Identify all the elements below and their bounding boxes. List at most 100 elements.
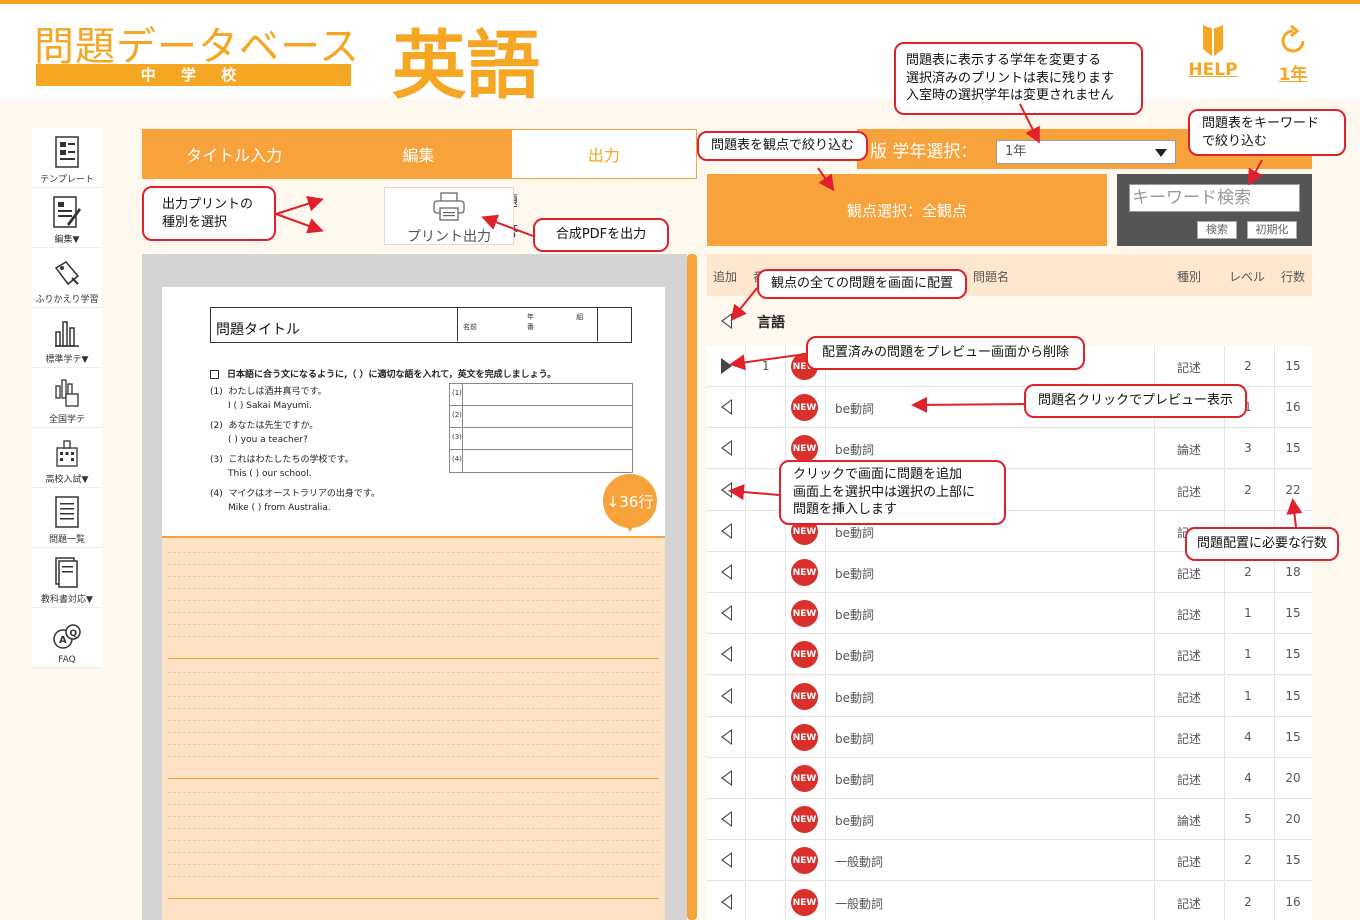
sidebar-item-standard-test[interactable]: 標準学テ▼	[32, 308, 102, 368]
remove-arrow-icon[interactable]	[721, 358, 732, 374]
question-level: 4	[1244, 730, 1252, 744]
question-name-link[interactable]: be動詞	[835, 647, 874, 664]
grade-button-label: 1年	[1278, 65, 1308, 85]
annotation-keyword-filter: 問題表をキーワード で絞り込む	[1188, 109, 1346, 157]
sidebar-item-edit[interactable]: 編集▼	[32, 188, 102, 248]
step-tabs: タイトル入力 編集 出力	[142, 129, 697, 179]
preview-q1-en: I ( ) Sakai Mayumi.	[228, 401, 312, 411]
preview-answer-lines[interactable]	[162, 536, 665, 920]
sidebar-item-national-test[interactable]: 全国学テ	[32, 368, 102, 428]
question-name-link[interactable]: be動詞	[835, 689, 874, 706]
new-badge: NEW	[791, 765, 818, 792]
subject-title: 英語	[392, 23, 540, 109]
question-name-link[interactable]: 一般動詞	[835, 853, 883, 870]
question-type: 記述	[1177, 567, 1202, 581]
question-type: 記述	[1177, 691, 1202, 705]
table-row[interactable]: NEW 一般動詞 記述 2 16	[707, 882, 1312, 920]
question-lines: 18	[1285, 565, 1301, 579]
tab-output[interactable]: 出力	[510, 129, 697, 179]
preview-q1-jp: (1) わたしは酒井真弓です。	[210, 387, 327, 397]
add-arrow-icon[interactable]	[721, 523, 732, 539]
question-name-link[interactable]: be動詞	[835, 400, 874, 417]
help-icon	[1180, 22, 1246, 60]
question-type: 論述	[1177, 814, 1202, 828]
add-arrow-icon[interactable]	[721, 564, 732, 580]
add-arrow-icon[interactable]	[721, 605, 732, 621]
annotation-add-click: クリックで画面に問題を追加 画面上を選択中は選択の上部に 問題を挿入します	[779, 460, 1006, 525]
tab-edit[interactable]: 編集	[326, 129, 510, 179]
search-button[interactable]: 検索	[1197, 221, 1237, 239]
table-row[interactable]: NEW be動詞 記述 1 15	[707, 593, 1312, 634]
question-name-link[interactable]: be動詞	[835, 730, 874, 747]
new-badge: NEW	[791, 724, 818, 751]
keyword-search-input[interactable]: キーワード検索	[1129, 184, 1300, 212]
question-name-link[interactable]: be動詞	[835, 771, 874, 788]
table-row[interactable]: NEW be動詞 記述 4 20	[707, 758, 1312, 799]
sidebar-item-faq[interactable]: AQ FAQ	[32, 608, 102, 668]
sidebar: テンプレート 編集▼ ふりかえり学習 標準学テ▼ 全国学テ 高校入試▼ 問題一覧…	[32, 128, 102, 668]
edit-icon	[53, 196, 81, 228]
question-lines: 16	[1285, 895, 1301, 909]
print-output-button[interactable]: プリント出力	[384, 187, 514, 245]
question-type: 記述	[1177, 649, 1202, 663]
preview-q4-en: Mike ( ) from Australia.	[228, 503, 331, 513]
question-level: 2	[1244, 895, 1252, 909]
question-type: 記述	[1177, 361, 1202, 375]
add-arrow-icon[interactable]	[721, 646, 732, 662]
textbook-icon	[55, 557, 78, 588]
question-level: 1	[1244, 647, 1252, 661]
add-arrow-icon[interactable]	[721, 852, 732, 868]
tab-title-input[interactable]: タイトル入力	[142, 129, 326, 179]
grade-toggle-button[interactable]: 1年	[1260, 22, 1326, 85]
question-lines: 15	[1285, 606, 1301, 620]
help-button[interactable]: HELP	[1180, 22, 1246, 80]
preview-title-box: 問題タイトル 名前 年 組 番	[210, 307, 632, 343]
reset-button[interactable]: 初期化	[1247, 221, 1297, 239]
question-level: 5	[1244, 812, 1252, 826]
add-arrow-icon[interactable]	[721, 688, 732, 704]
add-arrow-icon[interactable]	[721, 894, 732, 910]
table-row[interactable]: NEW be動詞 記述 4 15	[707, 717, 1312, 758]
table-row[interactable]: NEW be動詞 記述 1 15	[707, 634, 1312, 675]
add-arrow-icon[interactable]	[721, 440, 732, 456]
question-type: 記述	[1177, 485, 1202, 499]
question-type: 記述	[1177, 608, 1202, 622]
annotation-place-all: 観点の全ての問題を画面に配置	[757, 269, 968, 299]
question-name-link[interactable]: be動詞	[835, 524, 874, 541]
question-name-link[interactable]: be動詞	[835, 812, 874, 829]
preview-q3-jp: (3) これはわたしたちの学校です。	[210, 455, 354, 465]
annotation-grade-change: 問題表に表示する学年を変更する 選択済みのプリントは表に残ります 入室時の選択学…	[894, 42, 1143, 115]
new-badge: NEW	[791, 559, 818, 586]
question-type: 論述	[1177, 443, 1202, 457]
sidebar-item-review[interactable]: ふりかえり学習	[32, 248, 102, 308]
printer-icon	[433, 192, 465, 221]
new-badge: NEW	[791, 600, 818, 627]
question-type: 記述	[1177, 732, 1202, 746]
add-arrow-icon[interactable]	[721, 770, 732, 786]
question-level: 2	[1244, 359, 1252, 373]
table-row[interactable]: NEW be動詞 論述 5 20	[707, 799, 1312, 840]
table-row[interactable]: NEW be動詞 記述 1 15	[707, 676, 1312, 717]
add-arrow-icon[interactable]	[721, 811, 732, 827]
question-name-link[interactable]: be動詞	[835, 606, 874, 623]
grade-select-label: 版 学年選択：	[870, 142, 978, 162]
table-row[interactable]: NEW 一般動詞 記述 2 15	[707, 840, 1312, 881]
add-arrow-icon[interactable]	[721, 399, 732, 415]
viewpoint-select-button[interactable]: 観点選択：全観点	[707, 174, 1107, 246]
sidebar-item-question-list[interactable]: 問題一覧	[32, 488, 102, 548]
preview-scrollbar[interactable]	[687, 254, 697, 920]
new-badge: NEW	[791, 641, 818, 668]
add-arrow-icon[interactable]	[721, 482, 732, 498]
sidebar-item-textbook[interactable]: 教科書対応▼	[32, 548, 102, 608]
question-lines: 20	[1285, 812, 1301, 826]
question-name-link[interactable]: 一般動詞	[835, 895, 883, 912]
grade-select[interactable]: 1年	[996, 140, 1176, 164]
add-arrow-icon[interactable]	[721, 729, 732, 745]
sidebar-item-template[interactable]: テンプレート	[32, 128, 102, 188]
annotation-pdf-output: 合成PDFを出力	[533, 218, 669, 252]
question-name-link[interactable]: be動詞	[835, 441, 874, 458]
question-lines: 15	[1285, 359, 1301, 373]
question-name-link[interactable]: be動詞	[835, 565, 874, 582]
place-all-arrow-icon[interactable]	[721, 313, 732, 329]
sidebar-item-high-school[interactable]: 高校入試▼	[32, 428, 102, 488]
